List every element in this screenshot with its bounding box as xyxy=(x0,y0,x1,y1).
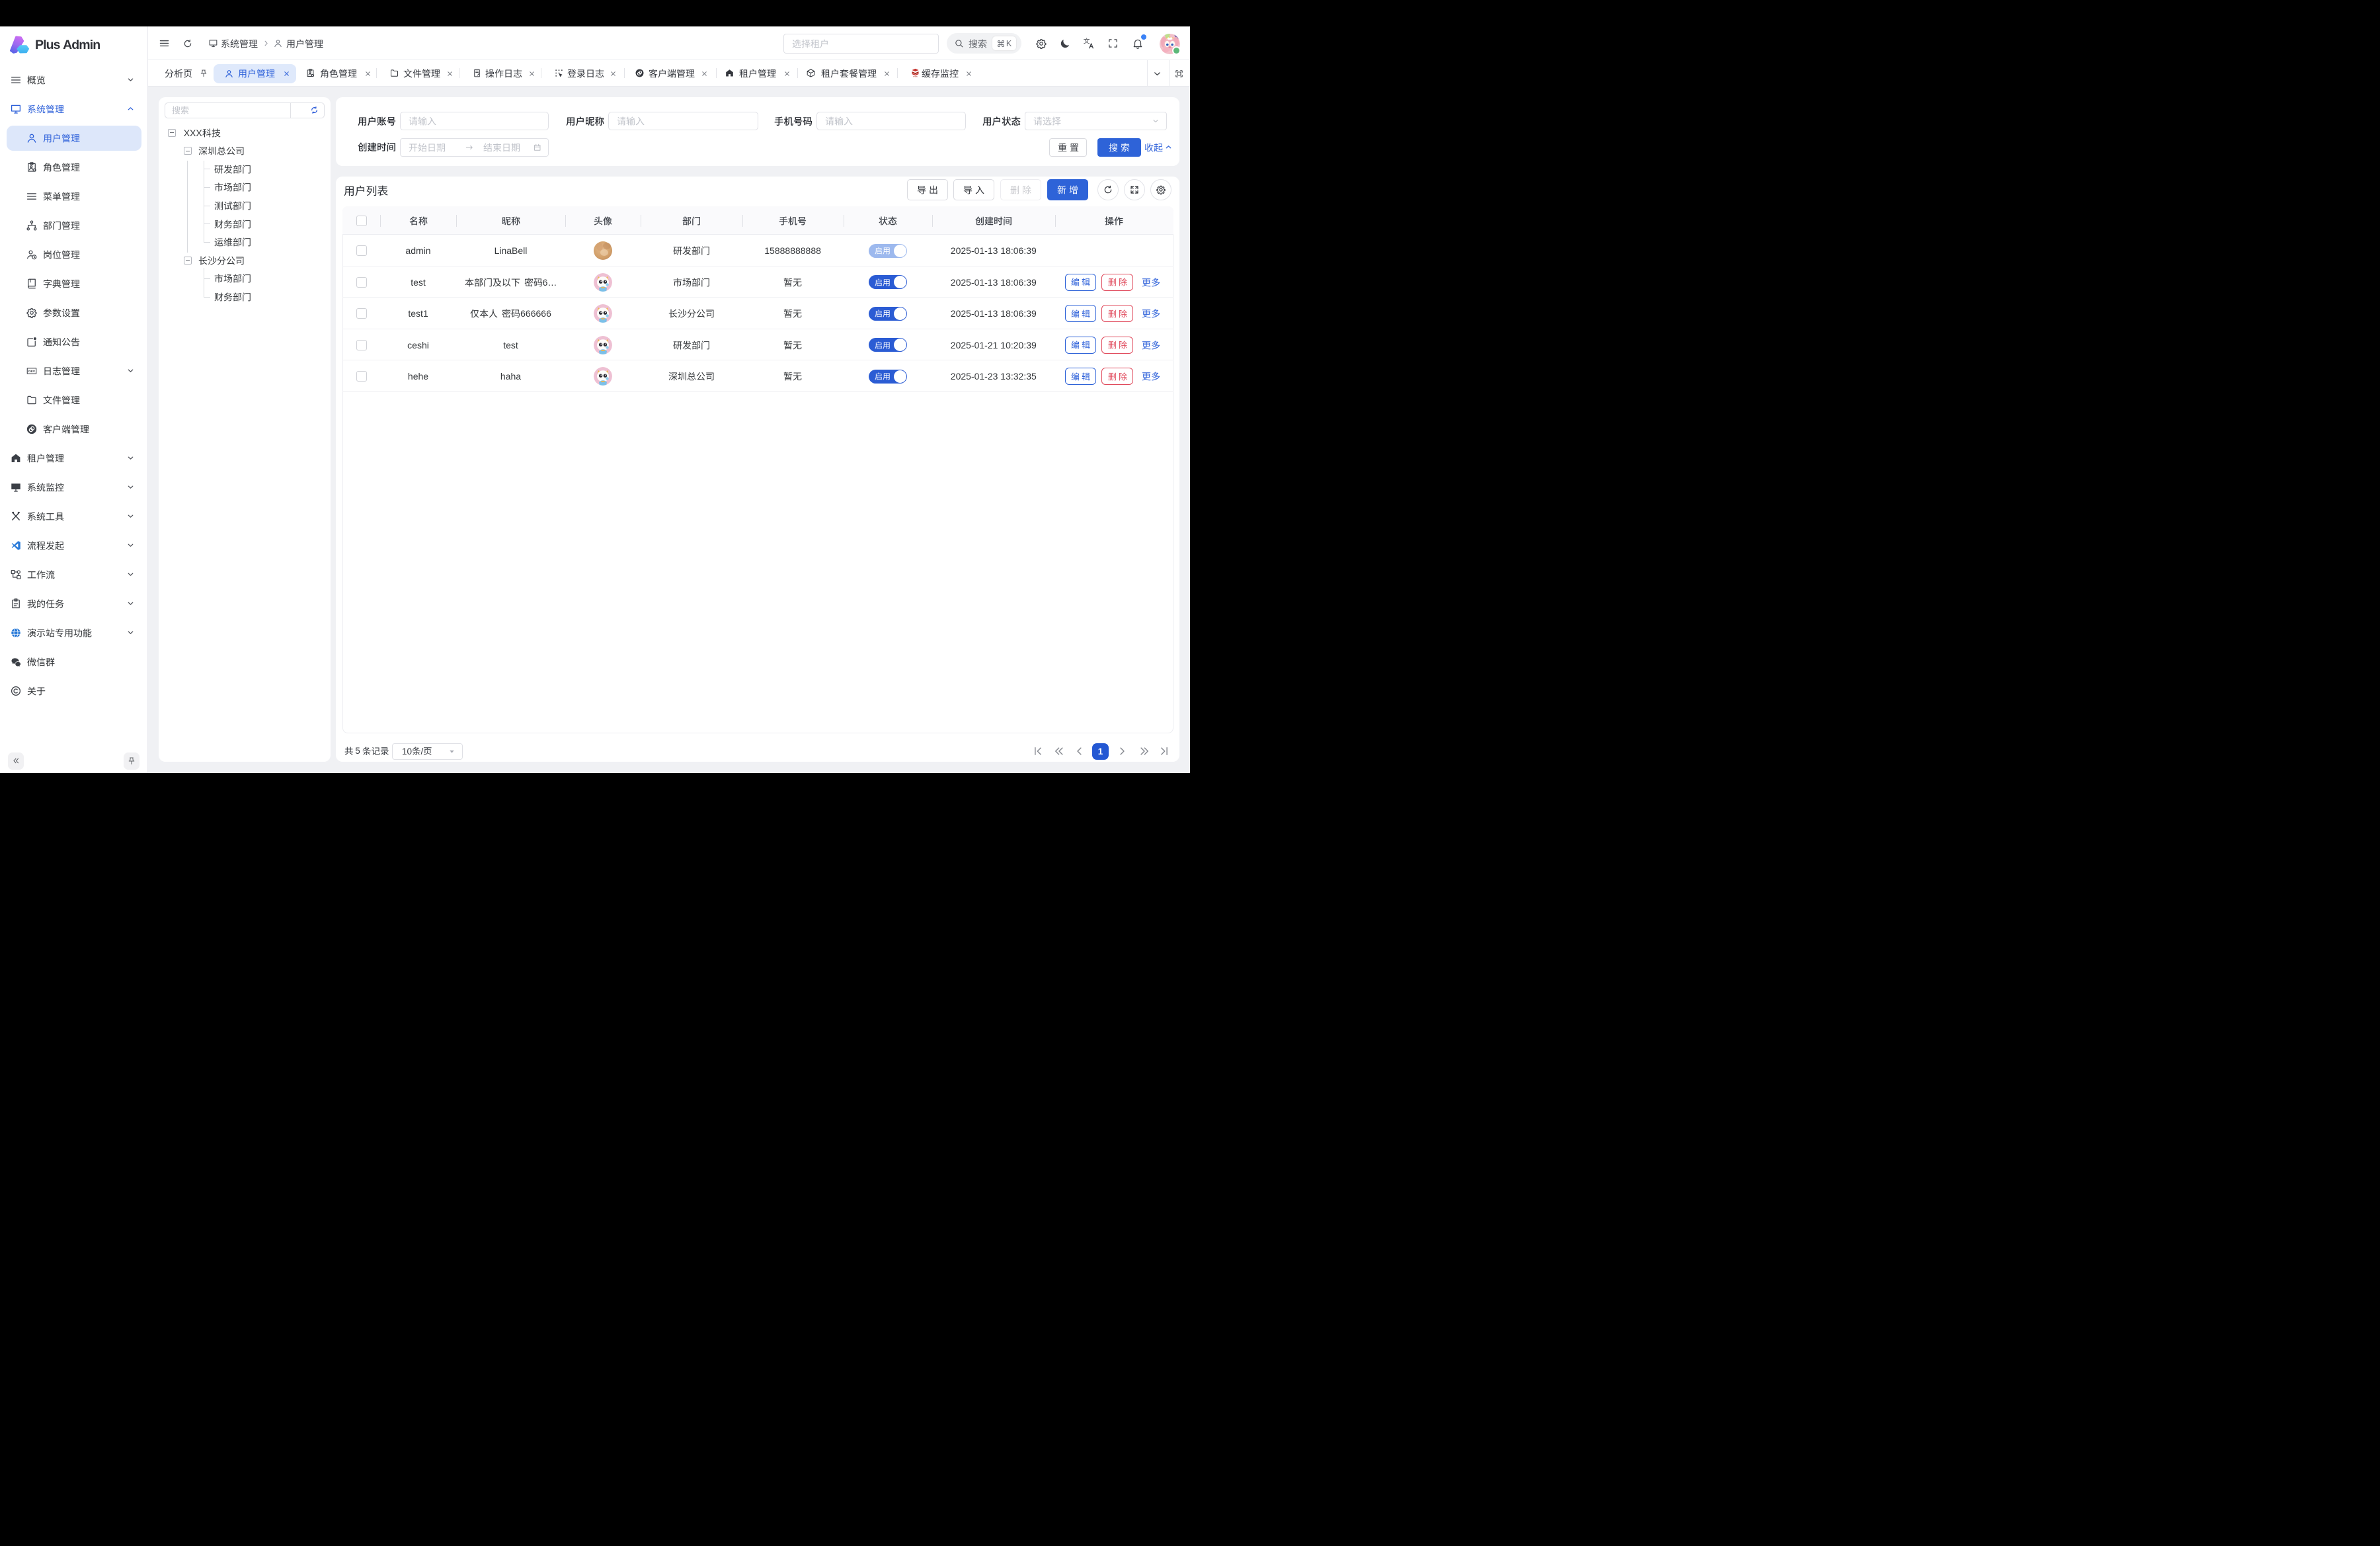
svg-text:DEV: DEV xyxy=(28,370,36,374)
svg-text:redis: redis xyxy=(913,75,918,78)
